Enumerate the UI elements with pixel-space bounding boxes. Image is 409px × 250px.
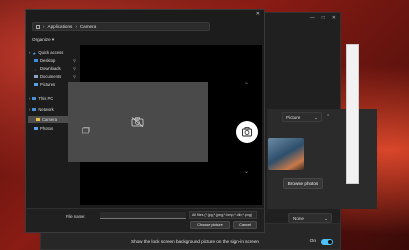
nav-documents[interactable]: Documents bbox=[34, 73, 78, 80]
take-photo-button[interactable] bbox=[236, 121, 258, 143]
combo-value: Picture bbox=[286, 115, 301, 120]
address-bar[interactable]: › Applications › Camera bbox=[32, 22, 210, 31]
network-icon bbox=[32, 107, 37, 112]
organize-menu[interactable]: Organize ▾ bbox=[32, 37, 54, 43]
dialog-close-icon[interactable]: ✕ bbox=[256, 11, 260, 17]
nav-quick-access[interactable]: › ★ Quick access bbox=[29, 49, 79, 56]
pin-icon: ⚲ bbox=[73, 58, 76, 63]
documents-icon bbox=[34, 74, 38, 79]
collapse-chevron-icon[interactable]: ⌃ bbox=[326, 114, 330, 120]
pictures-icon bbox=[34, 82, 38, 87]
photo-mode-icon[interactable] bbox=[82, 127, 90, 134]
star-icon: ★ bbox=[32, 50, 37, 56]
browse-photos-button[interactable]: Browse photos bbox=[283, 178, 323, 189]
lock-screen-toggle[interactable] bbox=[321, 239, 333, 245]
chevron-up-icon[interactable]: ⌃ bbox=[244, 82, 249, 89]
pin-icon: ⚲ bbox=[73, 66, 76, 71]
nav-desktop[interactable]: Desktop bbox=[34, 57, 78, 64]
close-icon[interactable]: ✕ bbox=[332, 15, 336, 21]
pin-icon: ⚲ bbox=[73, 74, 76, 79]
background-app-window-edge bbox=[346, 44, 359, 184]
chevron-down-icon[interactable]: ⌄ bbox=[244, 168, 249, 175]
breadcrumb-camera[interactable]: Camera bbox=[80, 24, 96, 29]
minimize-icon[interactable]: — bbox=[310, 15, 315, 21]
chevron-down-icon: ⌄ bbox=[314, 115, 318, 120]
combo-value: None bbox=[293, 216, 304, 221]
maximize-icon[interactable]: □ bbox=[322, 15, 325, 21]
file-name-input[interactable] bbox=[100, 212, 186, 219]
download-icon: ↓ bbox=[34, 66, 37, 72]
camera-icon bbox=[36, 117, 40, 122]
photos-icon bbox=[34, 126, 38, 131]
cancel-button[interactable]: Cancel bbox=[233, 221, 257, 229]
file-name-label: File name: bbox=[66, 214, 86, 219]
toggle-state-label: On bbox=[309, 239, 316, 244]
folder-icon bbox=[36, 24, 40, 29]
chevron-down-icon: ⌄ bbox=[324, 216, 328, 221]
lock-screen-status-combo[interactable]: None ⌄ bbox=[288, 213, 332, 223]
window-controls: — □ ✕ bbox=[310, 13, 336, 23]
desktop-icon bbox=[34, 58, 38, 63]
nav-downloads[interactable]: ↓ Downloads bbox=[34, 65, 78, 72]
personalize-lock-screen-combo[interactable]: Picture ⌄ bbox=[282, 112, 322, 122]
pc-icon bbox=[32, 96, 37, 101]
camera-icon bbox=[242, 127, 252, 137]
lock-screen-signin-label: Show the lock screen background picture … bbox=[131, 239, 259, 244]
choose-picture-button[interactable]: Choose picture bbox=[190, 221, 230, 229]
camera-off-icon bbox=[131, 117, 144, 127]
breadcrumb-applications[interactable]: Applications bbox=[48, 24, 73, 29]
dialog-footer: File name: All files (*.jpg;*.jpeg;*.bmp… bbox=[26, 208, 264, 232]
recent-image-thumbnail[interactable] bbox=[268, 138, 304, 170]
file-type-filter[interactable]: All files (*.jpg;*.jpeg;*.bmp;*.dib;*.pn… bbox=[189, 211, 257, 219]
